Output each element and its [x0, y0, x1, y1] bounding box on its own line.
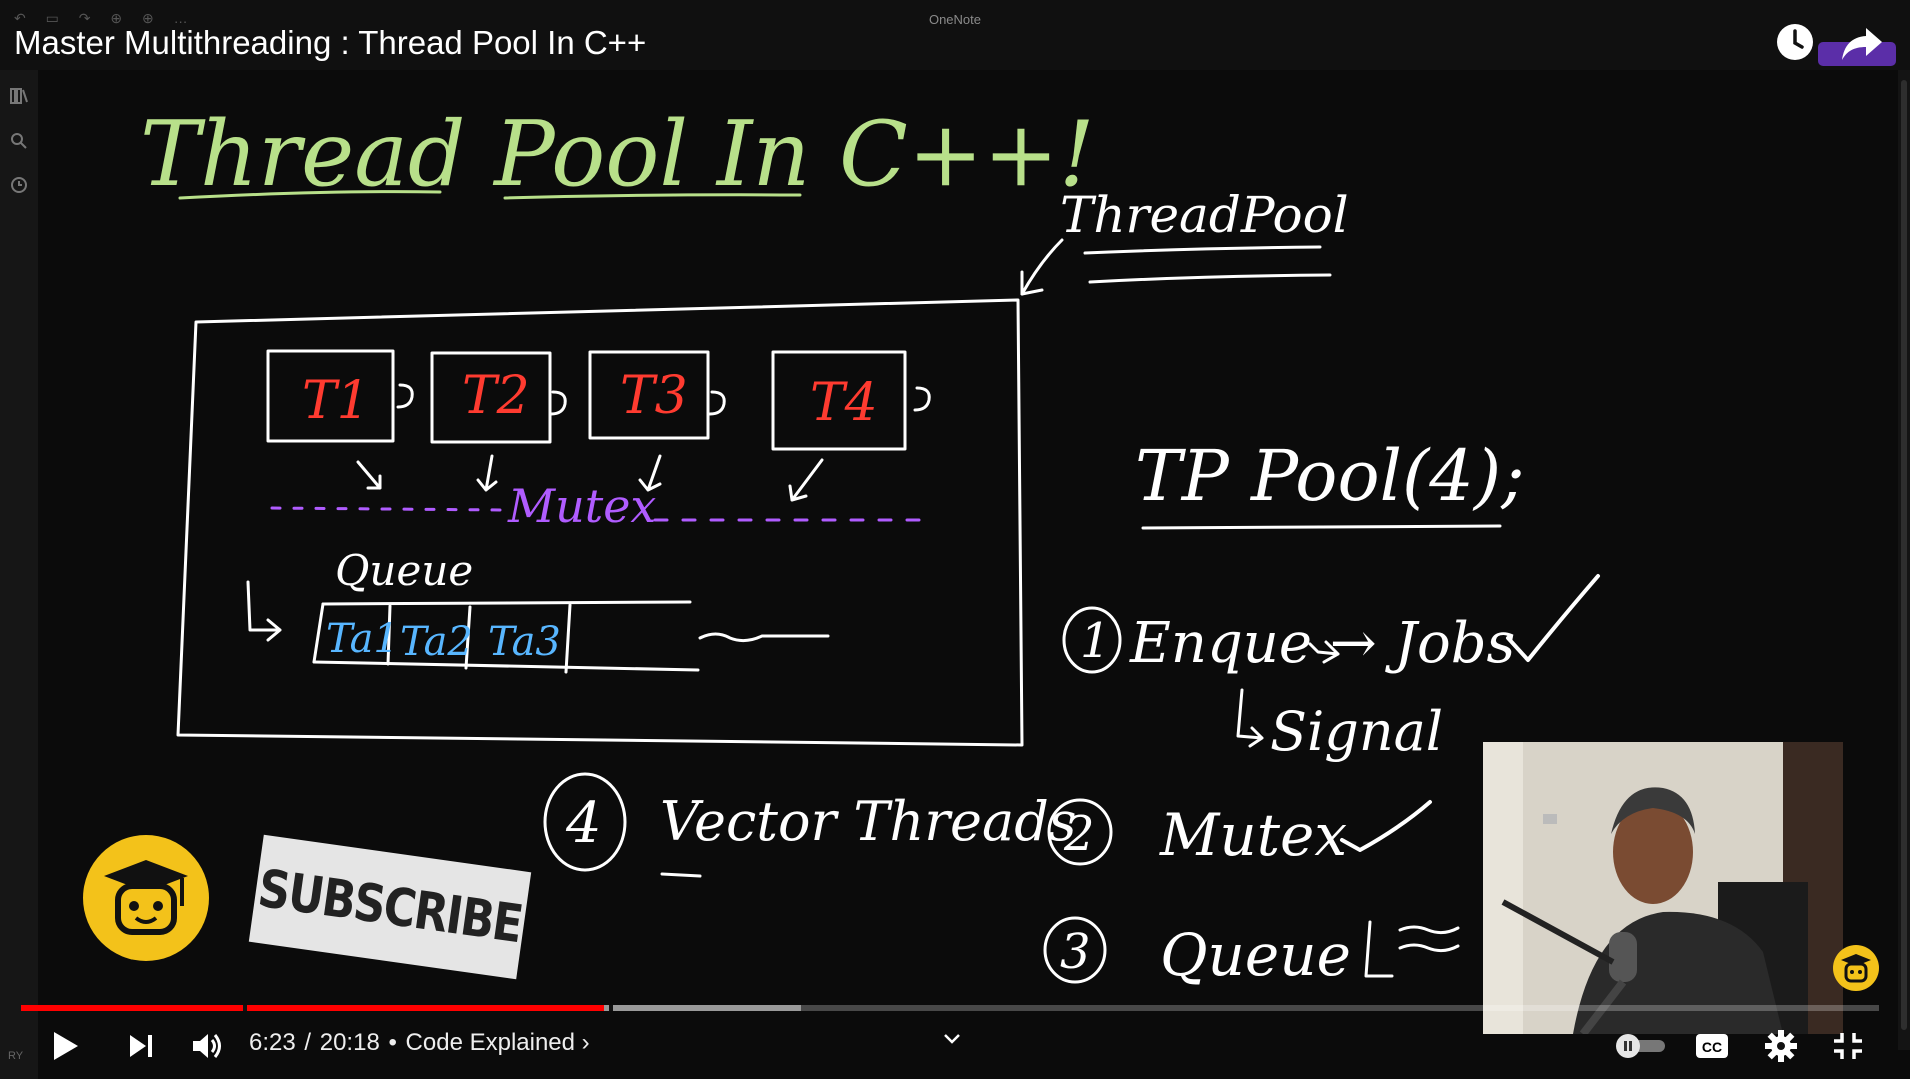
played-range — [21, 1005, 604, 1011]
video-player[interactable]: ↶ ▭ ↷ ⊕ ⊕ … OneNote Thread Pool In C++! … — [0, 0, 1910, 1079]
chapter-link[interactable]: Code Explained › — [406, 1029, 590, 1056]
mutex-label: Mutex — [507, 479, 656, 533]
threadpool-label: ThreadPool — [1060, 186, 1349, 244]
current-time: 6:23 — [249, 1029, 296, 1056]
subscribe-label: SUBSCRIBE — [254, 858, 526, 956]
time-display: 6:23 / 20:18 • Code Explained › — [249, 1029, 590, 1056]
step-number: 1 — [1080, 613, 1111, 669]
task-label: Ta2 — [400, 619, 473, 665]
task-label: Ta1 — [326, 616, 399, 662]
thread-label: T2 — [462, 366, 530, 426]
volume-icon[interactable] — [190, 1030, 224, 1062]
step-text: Queue — [1160, 921, 1351, 989]
presenter-camera — [1483, 742, 1843, 1034]
gear-icon[interactable] — [1764, 1029, 1798, 1063]
autoplay-toggle[interactable] — [1615, 1033, 1669, 1059]
clock-icon[interactable] — [1775, 22, 1815, 62]
next-icon[interactable] — [126, 1031, 156, 1061]
channel-logo-icon[interactable] — [82, 834, 210, 962]
task-label: Ta3 — [488, 619, 561, 665]
step-subtext: Signal — [1270, 700, 1443, 763]
thread-label: T1 — [302, 371, 370, 431]
cc-icon[interactable]: CC — [1695, 1031, 1729, 1061]
channel-watermark-icon[interactable] — [1832, 944, 1880, 992]
step-text: Mutex — [1159, 801, 1347, 869]
step-number: 3 — [1060, 924, 1091, 980]
duration: 20:18 — [319, 1029, 380, 1056]
thread-label: T4 — [810, 373, 878, 433]
chapter-marker — [243, 1005, 247, 1011]
corner-label: RY — [8, 1050, 24, 1062]
play-icon[interactable] — [48, 1029, 82, 1063]
chapter-marker — [609, 1005, 613, 1011]
whiteboard-heading: Thread Pool In C++! — [140, 102, 1095, 207]
code-line: TP Pool(4); — [1135, 435, 1525, 517]
share-arrow-icon[interactable] — [1840, 26, 1884, 62]
chapter-title: Code Explained — [405, 1029, 575, 1056]
thread-label: T3 — [620, 366, 688, 426]
progress-bar[interactable] — [21, 1005, 1879, 1011]
svg-text:CC: CC — [1702, 1039, 1722, 1055]
video-title[interactable]: Master Multithreading : Thread Pool In C… — [14, 24, 646, 62]
step-text: Enque → Jobs — [1129, 611, 1515, 676]
presenter-image — [1483, 742, 1843, 1034]
queue-label: Queue — [335, 546, 473, 595]
step-text: Vector Threads — [660, 790, 1076, 853]
chevron-down-icon[interactable] — [942, 1031, 962, 1047]
exit-fullscreen-icon[interactable] — [1832, 1031, 1864, 1061]
step-number: 4 — [565, 791, 602, 856]
